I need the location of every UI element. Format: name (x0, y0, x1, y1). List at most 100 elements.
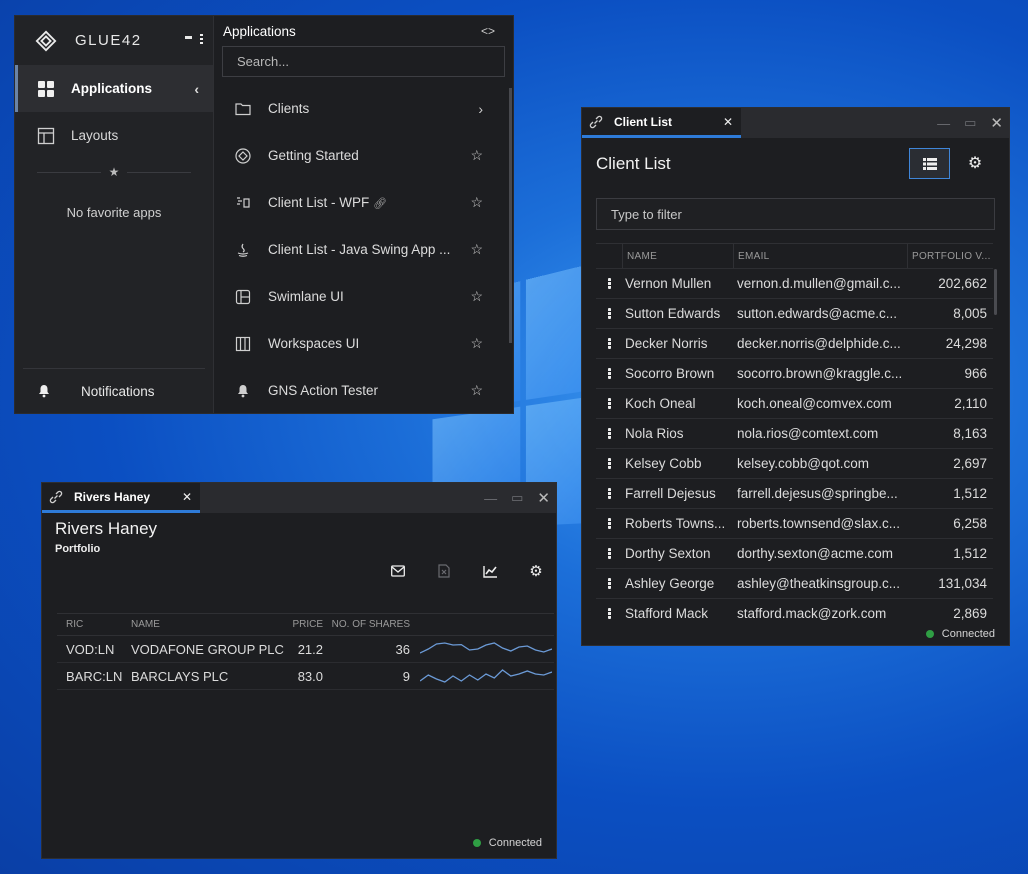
row-menu-icon[interactable] (596, 578, 622, 589)
star-icon[interactable]: ☆ (470, 241, 483, 258)
search-input[interactable] (237, 54, 504, 69)
sparkline-line (420, 642, 552, 654)
launcher-window-controls (185, 34, 203, 44)
row-menu-icon[interactable] (596, 608, 622, 619)
client-name: Socorro Brown (625, 366, 715, 381)
client-name: Farrell Dejesus (625, 486, 716, 501)
app-search[interactable] (222, 46, 505, 77)
grid-scrollbar[interactable] (994, 269, 997, 315)
minimize-icon[interactable]: — (484, 491, 497, 506)
chevron-right-icon[interactable]: › (478, 101, 483, 117)
client-email: koch.oneal@comvex.com (737, 396, 892, 411)
gear-icon: ⚙ (967, 155, 983, 172)
star-icon[interactable]: ☆ (470, 288, 483, 305)
status-label: Connected (488, 837, 542, 849)
client-list-tabbar: Client List ✕ — ▭ ✕ (582, 108, 1009, 138)
table-row[interactable]: BARC:LN BARCLAYS PLC 83.0 9 (57, 663, 554, 690)
table-row[interactable]: Socorro Brown socorro.brown@kraggle.c... 9… (596, 358, 993, 388)
row-menu-icon[interactable] (596, 278, 622, 289)
nav-item-layouts[interactable]: Layouts (15, 112, 213, 159)
app-item-swimlane-ui[interactable]: Swimlane UI ☆ (214, 273, 513, 320)
maximize-icon[interactable]: ▭ (964, 115, 976, 131)
chart-button[interactable] (467, 561, 513, 581)
table-row[interactable]: Sutton Edwards sutton.edwards@acme.c... 8,… (596, 298, 993, 328)
client-name: Roberts Towns... (625, 516, 726, 531)
link-icon[interactable] (48, 489, 64, 505)
row-menu-icon[interactable] (596, 308, 622, 319)
filter-input[interactable] (611, 206, 994, 222)
app-item-getting-started[interactable]: Getting Started ☆ (214, 132, 513, 179)
tab-client-list[interactable]: Client List ✕ (582, 108, 741, 138)
app-item-client-list-wpf[interactable]: Client List - WPF 🔗︎ ☆ (214, 179, 513, 226)
minimize-icon[interactable] (185, 36, 192, 39)
client-name: Kelsey Cobb (625, 456, 702, 471)
table-row[interactable]: Vernon Mullen vernon.d.mullen@gmail.c... 2… (596, 268, 993, 298)
tab-rivers-haney[interactable]: Rivers Haney ✕ (42, 483, 200, 513)
export-excel-button[interactable] (421, 561, 467, 581)
table-row[interactable]: Kelsey Cobb kelsey.cobb@qot.com 2,697 (596, 448, 993, 478)
column-header-ric[interactable]: RIC (57, 619, 123, 630)
table-row[interactable]: Stafford Mack stafford.mack@zork.com 2,869 (596, 598, 993, 628)
minimize-icon[interactable]: — (937, 116, 950, 131)
portfolio-table: RIC NAME PRICE NO. OF SHARES VOD:LN VODAF… (57, 613, 554, 690)
app-list-scrollbar[interactable] (509, 88, 512, 343)
table-row[interactable]: Roberts Towns... roberts.townsend@slax.c.… (596, 508, 993, 538)
list-view-button[interactable] (909, 148, 950, 179)
row-menu-icon[interactable] (596, 488, 622, 499)
app-item-gns-action-tester[interactable]: GNS Action Tester ☆ (214, 367, 513, 414)
star-icon[interactable]: ☆ (470, 147, 483, 164)
app-item-client-list-java[interactable]: Client List - Java Swing App ... ☆ (214, 226, 513, 273)
table-row[interactable]: VOD:LN VODAFONE GROUP PLC 21.2 36 (57, 636, 554, 663)
grid-body: Vernon Mullen vernon.d.mullen@gmail.c... 2… (596, 268, 993, 628)
nav-item-applications[interactable]: Applications ‹ (15, 65, 213, 112)
bell-icon (238, 384, 248, 397)
table-row[interactable]: Nola Rios nola.rios@comtext.com 8,163 (596, 418, 993, 448)
notifications-button[interactable]: Notifications (23, 368, 205, 413)
column-header-portfolio-value[interactable]: PORTFOLIO V... (907, 244, 993, 268)
status-label: Connected (941, 628, 995, 640)
table-row[interactable]: Koch Oneal koch.oneal@comvex.com 2,110 (596, 388, 993, 418)
star-icon[interactable]: ☆ (470, 382, 483, 399)
portfolio-value: 1,512 (953, 546, 987, 561)
close-icon[interactable]: ✕ (537, 489, 550, 507)
row-menu-icon[interactable] (596, 368, 622, 379)
row-menu-icon[interactable] (596, 398, 622, 409)
row-menu-icon[interactable] (596, 458, 622, 469)
filter-box[interactable] (596, 198, 995, 230)
close-icon[interactable]: ✕ (990, 114, 1003, 132)
glue42-logo-icon (35, 30, 57, 51)
price-cell: 83.0 (297, 668, 323, 684)
column-header-name[interactable]: NAME (123, 619, 283, 630)
link-icon[interactable] (588, 114, 604, 130)
code-brackets-icon[interactable]: <> (481, 24, 495, 38)
window-controls: — ▭ ✕ (937, 108, 1003, 138)
row-menu-icon[interactable] (596, 428, 622, 439)
settings-button[interactable]: ⚙ (965, 153, 985, 173)
close-tab-icon[interactable]: ✕ (723, 115, 733, 129)
maximize-icon[interactable]: ▭ (511, 490, 523, 506)
app-item-clients[interactable]: Clients › (214, 85, 513, 132)
settings-button[interactable]: ⚙ (513, 561, 559, 581)
chevron-left-icon[interactable]: ‹ (194, 81, 199, 97)
app-item-workspaces-ui[interactable]: Workspaces UI ☆ (214, 320, 513, 367)
close-tab-icon[interactable]: ✕ (182, 490, 192, 504)
column-header-email[interactable]: EMAIL (733, 244, 907, 268)
row-menu-icon[interactable] (596, 518, 622, 529)
row-menu-icon[interactable] (596, 338, 622, 349)
email-button[interactable] (375, 561, 421, 581)
portfolio-value: 24,298 (945, 336, 987, 351)
row-menu-icon[interactable] (596, 548, 622, 559)
table-row[interactable]: Dorthy Sexton dorthy.sexton@acme.com 1,512 (596, 538, 993, 568)
table-row[interactable]: Decker Norris decker.norris@delphide.c...… (596, 328, 993, 358)
star-icon[interactable]: ☆ (470, 194, 483, 211)
column-header-price[interactable]: PRICE (283, 619, 323, 630)
table-row[interactable]: Ashley George ashley@theatkinsgroup.c... 1… (596, 568, 993, 598)
column-header-shares[interactable]: NO. OF SHARES (323, 619, 410, 630)
applications-panel: Applications <> Clients › Getting Starte… (214, 16, 513, 413)
more-options-icon[interactable] (200, 34, 203, 44)
table-row[interactable]: Farrell Dejesus farrell.dejesus@springbe.… (596, 478, 993, 508)
column-header-name[interactable]: NAME (622, 244, 733, 268)
client-name: Nola Rios (625, 426, 684, 441)
star-icon[interactable]: ☆ (470, 335, 483, 352)
sparkline-line (420, 669, 552, 683)
